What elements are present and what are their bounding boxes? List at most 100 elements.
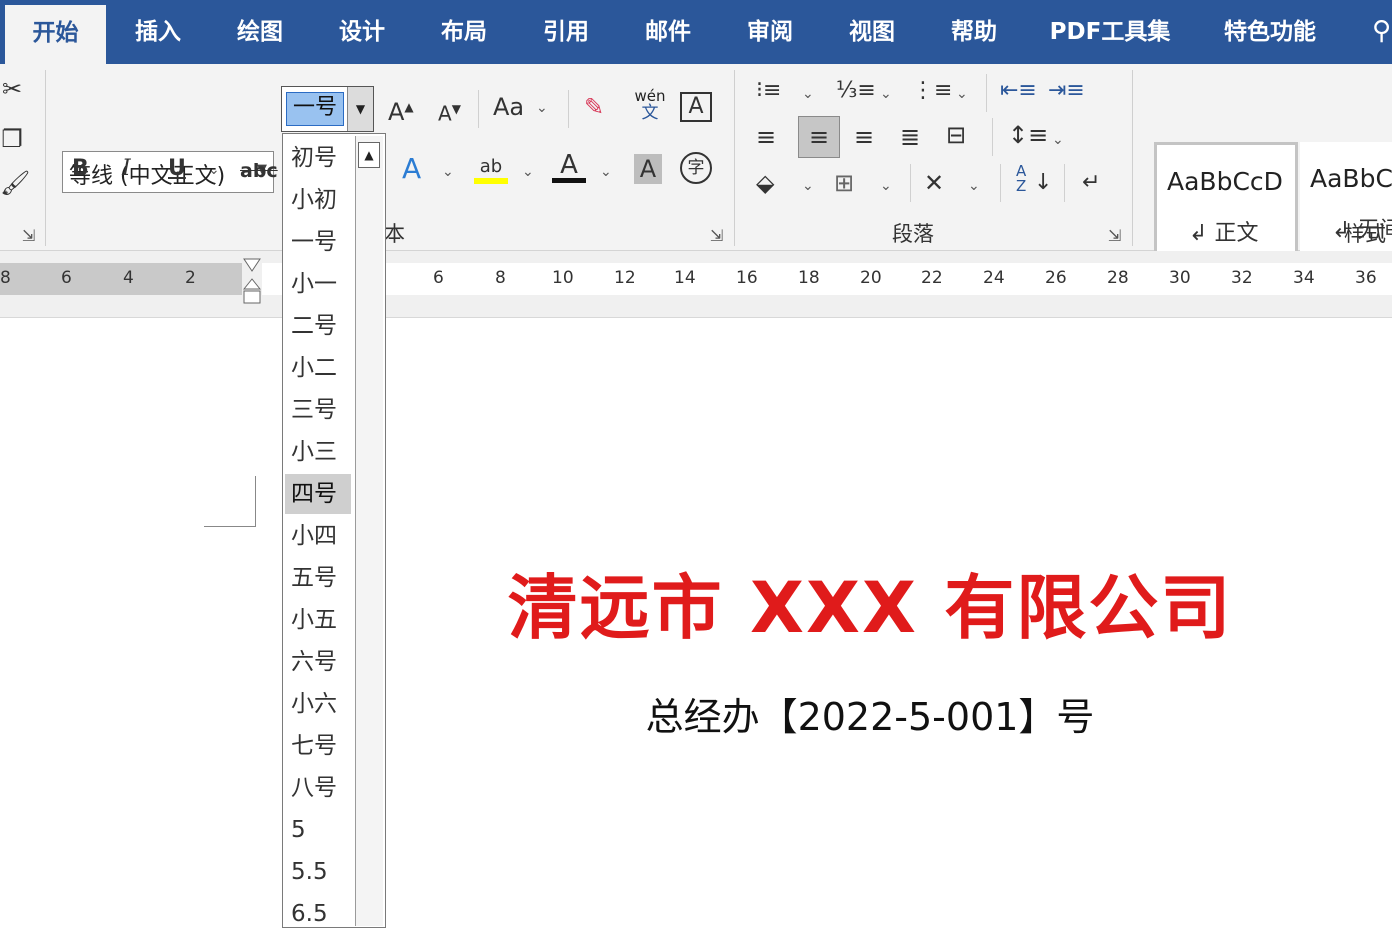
ruler-tick-label: 18 xyxy=(798,268,820,288)
tab-special-features[interactable]: 特色功能 xyxy=(1210,0,1330,64)
font-size-option[interactable]: 小二 xyxy=(285,348,351,388)
tab-layout[interactable]: 布局 xyxy=(424,0,504,64)
underline-button[interactable]: U xyxy=(168,154,186,184)
line-spacing-icon[interactable]: ↕≡ xyxy=(1008,120,1048,150)
enclose-characters-button[interactable]: 字 xyxy=(680,152,712,184)
text-effects-button[interactable]: A xyxy=(402,154,421,184)
indent-marker-icon[interactable] xyxy=(242,257,262,305)
tab-review[interactable]: 审阅 xyxy=(730,0,810,64)
chevron-down-icon[interactable]: ⌄ xyxy=(208,160,220,180)
tab-pdf-tools[interactable]: PDF工具集 xyxy=(1040,0,1180,64)
tab-design[interactable]: 设计 xyxy=(322,0,402,64)
highlight-color-bar xyxy=(474,178,508,184)
distributed-icon[interactable]: ⊟ xyxy=(946,120,966,150)
document-title[interactable]: 清远市 XXX 有限公司 xyxy=(390,552,1350,653)
bullets-icon[interactable]: ⁝≡ xyxy=(756,76,781,106)
character-shading-button[interactable]: A xyxy=(634,154,662,184)
margin-corner-mark xyxy=(204,476,256,527)
document-subtitle[interactable]: 总经办【2022-5-001】号 xyxy=(390,686,1350,741)
font-size-value[interactable]: 一号 xyxy=(286,92,344,126)
cut-icon[interactable]: ✂ xyxy=(0,74,24,104)
chevron-down-icon[interactable]: ⌄ xyxy=(522,162,534,182)
clipboard-launcher-icon[interactable]: ⇲ xyxy=(22,226,35,245)
horizontal-ruler[interactable]: 8 6 4 2 6 8 10 12 14 16 18 20 22 24 26 2… xyxy=(0,251,1392,318)
chevron-down-icon[interactable]: ⌄ xyxy=(956,84,968,104)
highlight-button[interactable]: ab xyxy=(474,152,508,184)
increase-indent-icon[interactable]: ⇥≡ xyxy=(1048,76,1085,106)
font-size-option[interactable]: 小五 xyxy=(285,600,351,640)
decrease-indent-icon[interactable]: ⇤≡ xyxy=(1000,76,1037,106)
phonetic-guide-button[interactable]: wén 文 xyxy=(632,88,668,122)
shading-bucket-icon[interactable]: ⬙ xyxy=(756,168,774,198)
font-size-option[interactable]: 小四 xyxy=(285,516,351,556)
format-painter-icon[interactable]: 🖌 xyxy=(0,168,30,198)
font-size-option[interactable]: 5 xyxy=(285,810,351,850)
font-size-option-hovered[interactable]: 四号 xyxy=(285,474,351,514)
chevron-down-icon[interactable]: ⌄ xyxy=(442,162,454,182)
font-size-option[interactable]: 六号 xyxy=(285,642,351,682)
align-center-icon[interactable]: ≡ xyxy=(798,116,840,158)
paragraph-launcher-icon[interactable]: ⇲ xyxy=(1108,226,1121,245)
font-size-option[interactable]: 6.5 xyxy=(285,894,351,934)
chevron-down-icon[interactable]: ⌄ xyxy=(802,176,814,196)
font-size-option[interactable]: 小六 xyxy=(285,684,351,724)
tab-draw[interactable]: 绘图 xyxy=(220,0,300,64)
borders-icon[interactable]: ⊞ xyxy=(834,168,854,198)
tab-help[interactable]: 帮助 xyxy=(934,0,1014,64)
font-size-option[interactable]: 二号 xyxy=(285,306,351,346)
asian-layout-icon[interactable]: ✕ xyxy=(924,168,944,198)
styles-group-label: 样式 xyxy=(1344,222,1386,246)
justify-icon[interactable]: ≣ xyxy=(900,122,920,152)
scroll-up-arrow-icon[interactable]: ▲ xyxy=(358,142,380,168)
font-size-option[interactable]: 七号 xyxy=(285,726,351,766)
align-right-icon[interactable]: ≡ xyxy=(854,122,874,152)
show-marks-icon[interactable]: ↵ xyxy=(1082,168,1100,198)
chevron-down-icon[interactable]: ⌄ xyxy=(880,84,892,104)
chevron-down-icon[interactable]: ▼ xyxy=(347,87,373,131)
font-size-option[interactable]: 八号 xyxy=(285,768,351,808)
strikethrough-button[interactable]: abc xyxy=(240,156,278,186)
tab-references[interactable]: 引用 xyxy=(526,0,606,64)
change-case-button[interactable]: Aa xyxy=(493,92,524,122)
lightbulb-icon[interactable]: ⚲ xyxy=(1372,16,1391,46)
ruler-tick-label: 12 xyxy=(614,268,636,288)
ruler-tick-label: 16 xyxy=(736,268,758,288)
numbering-icon[interactable]: ⅓≡ xyxy=(836,76,876,106)
shrink-font-icon[interactable]: A▼ xyxy=(438,94,461,129)
separator xyxy=(1000,164,1001,202)
italic-button[interactable]: I xyxy=(122,154,131,184)
tab-mailings[interactable]: 邮件 xyxy=(628,0,708,64)
font-name-value: 等线 (中文正文) xyxy=(69,164,226,189)
font-size-option[interactable]: 五号 xyxy=(285,558,351,598)
ruler-tick-label: 6 xyxy=(61,268,72,288)
bold-button[interactable]: B xyxy=(72,154,89,184)
align-left-icon[interactable]: ≡ xyxy=(756,122,776,152)
style-normal[interactable]: AaBbCcD ↲ 正文 xyxy=(1154,142,1298,254)
font-size-option[interactable]: 小三 xyxy=(285,432,351,472)
tab-home[interactable]: 开始 xyxy=(5,5,106,64)
chevron-down-icon[interactable]: ⌄ xyxy=(536,98,548,118)
font-size-option[interactable]: 初号 xyxy=(285,138,351,178)
tab-insert[interactable]: 插入 xyxy=(118,0,198,64)
chevron-down-icon[interactable]: ⌄ xyxy=(880,176,892,196)
font-size-option[interactable]: 三号 xyxy=(285,390,351,430)
multilevel-list-icon[interactable]: ⋮≡ xyxy=(912,76,952,106)
font-color-button[interactable]: A xyxy=(552,150,586,183)
font-size-option[interactable]: 小初 xyxy=(285,180,351,220)
chevron-down-icon[interactable]: ⌄ xyxy=(968,176,980,196)
font-launcher-icon[interactable]: ⇲ xyxy=(710,226,723,245)
clear-formatting-icon[interactable]: ✎ xyxy=(584,92,604,122)
chevron-down-icon[interactable]: ⌄ xyxy=(1052,130,1064,150)
grow-font-icon[interactable]: A▲ xyxy=(388,92,414,127)
font-size-option[interactable]: 小一 xyxy=(285,264,351,304)
font-size-combobox[interactable]: 一号 ▼ xyxy=(281,86,374,132)
font-size-option[interactable]: 一号 xyxy=(285,222,351,262)
character-border-button[interactable]: A xyxy=(680,92,712,122)
chevron-down-icon[interactable]: ⌄ xyxy=(802,84,814,104)
tab-view[interactable]: 视图 xyxy=(832,0,912,64)
font-size-dropdown[interactable]: 初号 小初 一号 小一 二号 小二 三号 小三 四号 小四 五号 小五 六号 小… xyxy=(282,133,386,928)
chevron-down-icon[interactable]: ⌄ xyxy=(600,162,612,182)
dropdown-scrollbar[interactable]: ▲ xyxy=(355,136,383,926)
font-size-option[interactable]: 5.5 xyxy=(285,852,351,892)
copy-icon[interactable]: ❐ xyxy=(0,124,24,154)
